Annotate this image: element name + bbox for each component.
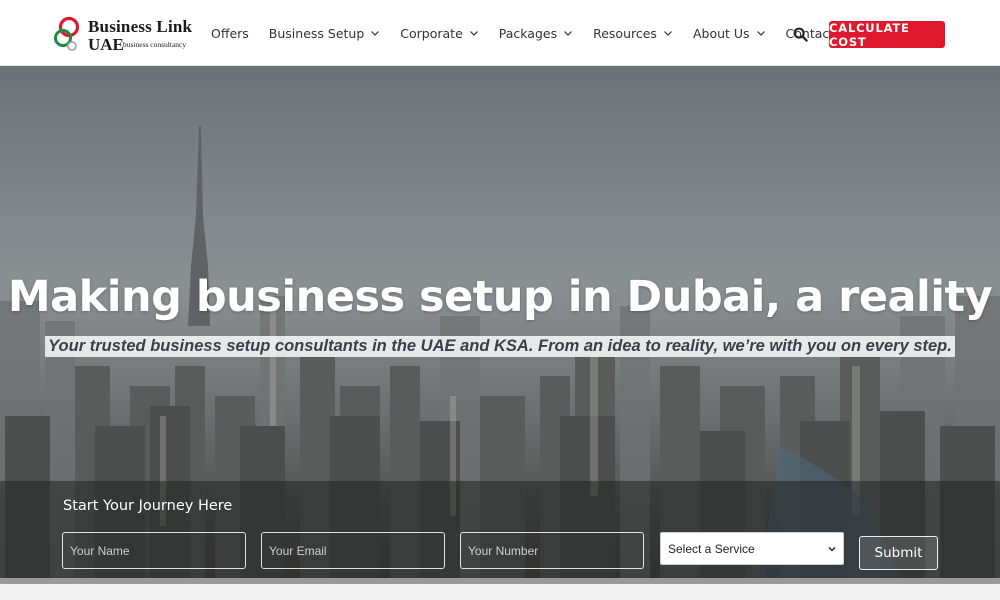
chevron-down-icon (664, 31, 672, 36)
hero-title: Making business setup in Dubai, a realit… (7, 272, 993, 322)
next-section-strip (0, 584, 1000, 600)
nav-item-label: Packages (498, 25, 558, 41)
site-header: Business Link UAE business consultancy O… (0, 0, 1000, 66)
number-input[interactable] (460, 532, 644, 569)
main-nav: Offers Business Setup Corporate Packages… (211, 0, 854, 66)
nav-item-resources[interactable]: Resources (593, 26, 673, 41)
logo-rings-icon (54, 16, 80, 51)
search-icon[interactable] (793, 27, 808, 42)
nav-item-about-us[interactable]: About Us (693, 26, 766, 41)
nav-item-business-setup[interactable]: Business Setup (269, 26, 380, 41)
email-input[interactable] (261, 532, 445, 569)
nav-item-offers[interactable]: Offers (211, 26, 249, 41)
nav-item-packages[interactable]: Packages (499, 26, 573, 41)
name-input[interactable] (62, 532, 246, 569)
chevron-down-icon (469, 31, 478, 36)
chevron-down-icon (828, 546, 836, 551)
logo-uae: UAE (88, 35, 124, 54)
chevron-down-icon (564, 31, 573, 36)
chevron-down-icon (756, 31, 765, 36)
brand-logo[interactable]: Business Link UAE business consultancy (54, 14, 199, 56)
nav-item-label: Resources (593, 25, 657, 41)
submit-button[interactable]: Submit (859, 536, 938, 570)
form-heading: Start Your Journey Here (63, 498, 233, 514)
calculate-cost-button[interactable]: CALCULATE COST (829, 21, 945, 49)
nav-item-label: About Us (692, 25, 750, 41)
service-select-value: Select a Service (668, 541, 755, 556)
hero-subtitle: Your trusted business setup consultants … (45, 336, 955, 357)
logo-tagline: business consultancy (123, 40, 187, 49)
nav-item-label: Corporate (400, 25, 463, 41)
service-select[interactable]: Select a Service (660, 532, 844, 565)
nav-item-label: Business Setup (268, 25, 365, 41)
logo-title: Business Link (88, 17, 193, 36)
nav-item-corporate[interactable]: Corporate (400, 26, 479, 41)
nav-item-label: Offers (211, 25, 249, 41)
chevron-down-icon (371, 31, 380, 36)
hero-subtitle-wrapper: Your trusted business setup consultants … (0, 336, 1000, 357)
